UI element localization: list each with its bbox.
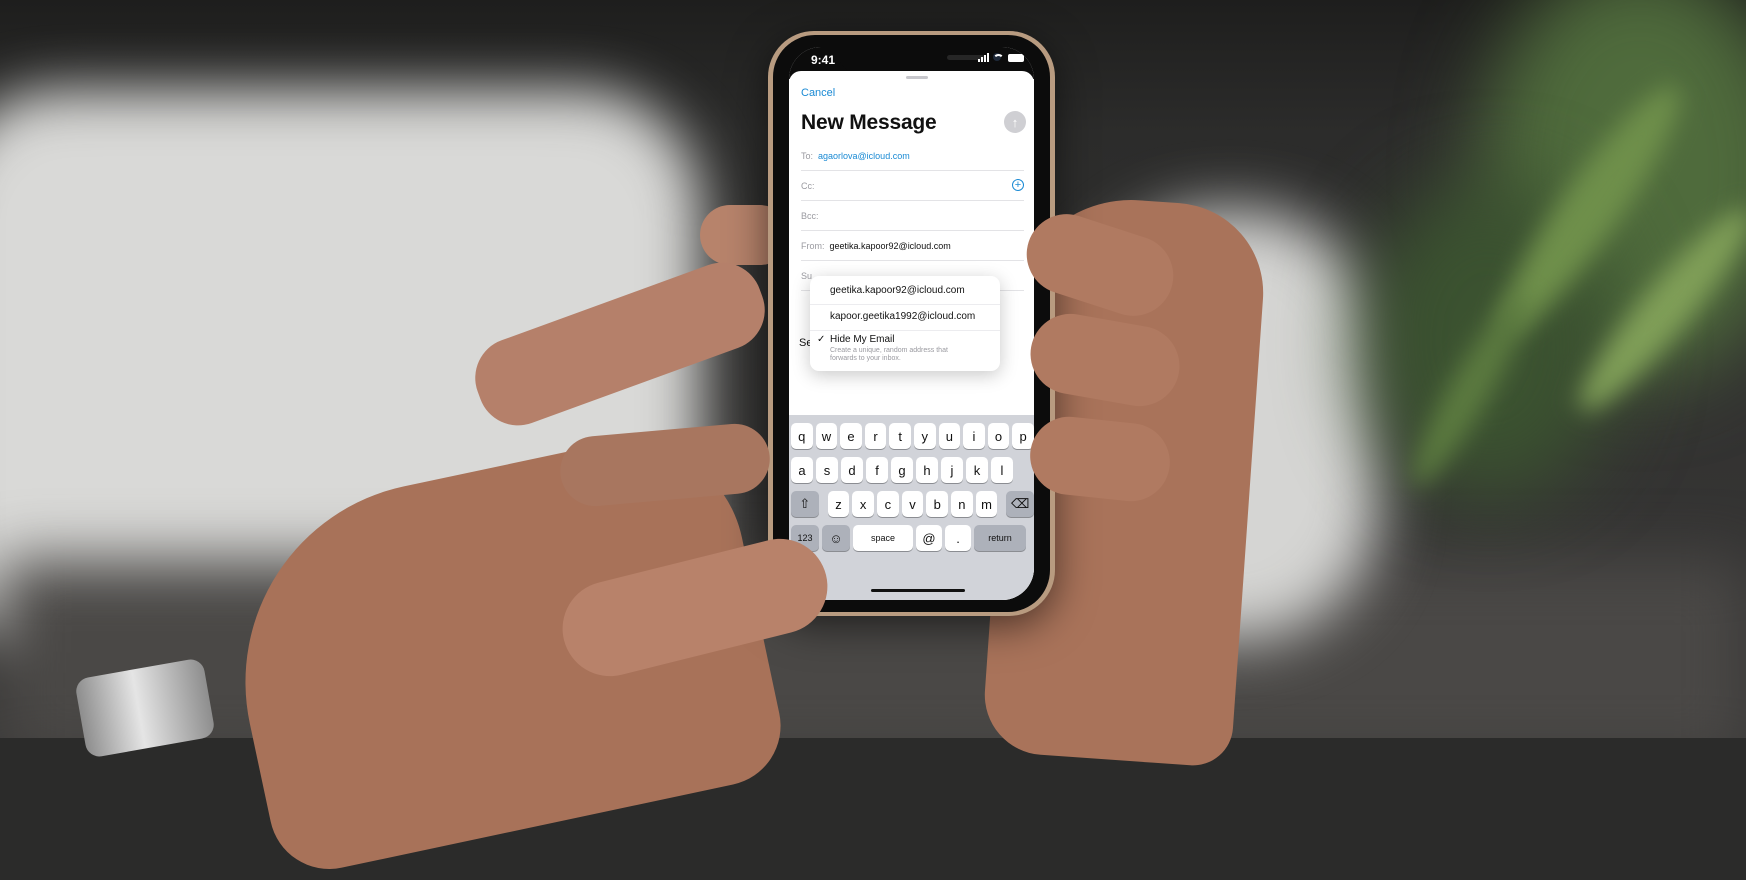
key-m[interactable]: m xyxy=(975,491,998,517)
key-c[interactable]: c xyxy=(876,491,899,517)
key-v[interactable]: v xyxy=(901,491,924,517)
hide-my-email-label: Hide My Email xyxy=(830,334,895,345)
wifi-icon xyxy=(993,53,1004,62)
key-o[interactable]: o xyxy=(987,423,1010,449)
emoji-key[interactable]: ☺ xyxy=(822,525,850,551)
add-contact-icon[interactable]: + xyxy=(1012,179,1024,191)
backspace-icon: ⌫ xyxy=(1011,496,1030,511)
cc-label: Cc: xyxy=(801,180,815,191)
compose-sheet: Cancel New Message ↑ To: agaorlova@iclou… xyxy=(789,71,1034,600)
phone: 9:41 Cancel New Message ↑ To: agaorlova@… xyxy=(768,31,1055,616)
notch xyxy=(839,47,1001,73)
key-q[interactable]: q xyxy=(791,423,813,449)
emoji-icon: ☺ xyxy=(829,530,843,546)
menu-item-address-2[interactable]: kapoor.geetika1992@icloud.com xyxy=(810,308,1000,331)
key-r[interactable]: r xyxy=(864,423,887,449)
arrow-up-icon: ↑ xyxy=(1011,114,1019,130)
key-y[interactable]: y xyxy=(913,423,936,449)
menu-item-address-1[interactable]: geetika.kapoor92@icloud.com xyxy=(810,282,1000,305)
key-w[interactable]: w xyxy=(815,423,838,449)
return-key[interactable]: return xyxy=(974,525,1026,551)
dot-key[interactable]: . xyxy=(945,525,971,551)
hide-my-email-description: Create a unique, random address that for… xyxy=(830,347,948,362)
key-l[interactable]: l xyxy=(991,457,1013,483)
keyboard: q w e r t y u i o p a s d f g h j k l ⇧ … xyxy=(789,415,1034,600)
cc-field[interactable]: Cc: + xyxy=(801,171,1024,201)
key-e[interactable]: e xyxy=(840,423,862,449)
key-t[interactable]: t xyxy=(889,423,911,449)
key-f[interactable]: f xyxy=(866,457,888,483)
signal-icon xyxy=(978,53,989,62)
shift-icon: ⇧ xyxy=(799,496,811,511)
key-d[interactable]: d xyxy=(841,457,863,483)
key-u[interactable]: u xyxy=(938,423,961,449)
send-button[interactable]: ↑ xyxy=(1004,111,1026,133)
key-i[interactable]: i xyxy=(963,423,985,449)
from-label: From: xyxy=(801,240,825,251)
cancel-button[interactable]: Cancel xyxy=(801,87,835,99)
home-indicator xyxy=(871,589,965,592)
bcc-field[interactable]: Bcc: xyxy=(801,201,1024,231)
delete-key[interactable]: ⌫ xyxy=(1006,491,1034,517)
key-b[interactable]: b xyxy=(926,491,949,517)
status-time: 9:41 xyxy=(811,53,836,67)
at-key[interactable]: @ xyxy=(916,525,942,551)
key-n[interactable]: n xyxy=(951,491,973,517)
phone-screen: 9:41 Cancel New Message ↑ To: agaorlova@… xyxy=(789,47,1034,600)
key-s[interactable]: s xyxy=(816,457,838,483)
bcc-label: Bcc: xyxy=(801,210,819,221)
subject-label: Su xyxy=(801,270,813,281)
page-title: New Message xyxy=(801,111,937,134)
to-field[interactable]: To: agaorlova@icloud.com xyxy=(801,141,1024,171)
sheet-grabber[interactable] xyxy=(906,76,928,79)
to-label: To: xyxy=(801,150,814,161)
key-a[interactable]: a xyxy=(791,457,813,483)
key-x[interactable]: x xyxy=(852,491,874,517)
to-recipient[interactable]: agaorlova@icloud.com xyxy=(818,151,910,161)
key-k[interactable]: k xyxy=(966,457,988,483)
key-j[interactable]: j xyxy=(941,457,963,483)
shift-key[interactable]: ⇧ xyxy=(791,491,819,517)
battery-icon xyxy=(1008,53,1024,62)
from-value[interactable]: geetika.kapoor92@icloud.com xyxy=(830,241,951,251)
checkmark-icon: ✓ xyxy=(817,334,826,345)
key-g[interactable]: g xyxy=(891,457,913,483)
space-key[interactable]: space xyxy=(853,525,913,551)
from-field[interactable]: From: geetika.kapoor92@icloud.com xyxy=(801,231,1024,261)
from-address-menu: geetika.kapoor92@icloud.com kapoor.geeti… xyxy=(810,276,1000,371)
menu-item-hide-my-email[interactable]: ✓ Hide My Email Create a unique, random … xyxy=(810,334,1000,363)
key-h[interactable]: h xyxy=(916,457,938,483)
key-z[interactable]: z xyxy=(827,491,850,517)
